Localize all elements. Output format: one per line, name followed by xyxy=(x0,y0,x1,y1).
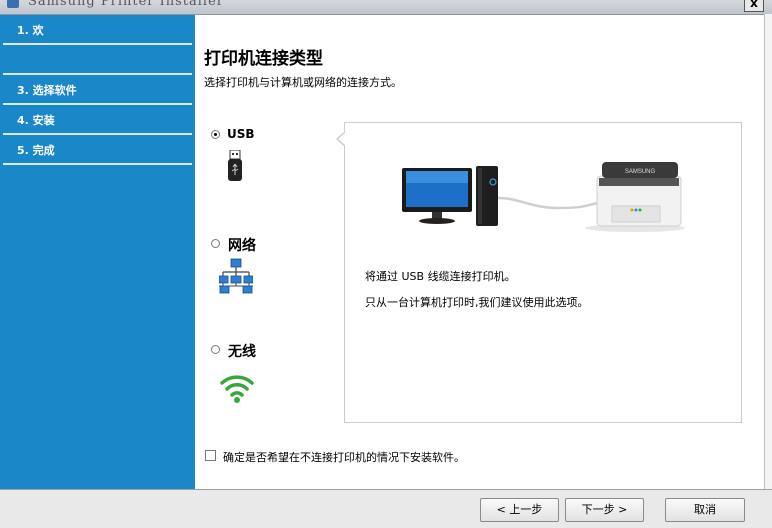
wireless-label[interactable]: 无线 xyxy=(228,341,256,361)
step-2 xyxy=(3,47,192,75)
wifi-icon xyxy=(220,375,254,403)
step-welcome: 1. 欢 xyxy=(3,17,192,45)
back-button[interactable]: < 上一步 xyxy=(480,498,559,522)
cancel-button[interactable]: 取消 xyxy=(665,498,745,522)
app-icon xyxy=(7,0,19,8)
step-install: 4. 安装 xyxy=(3,107,192,135)
install-without-printer-checkbox[interactable] xyxy=(205,450,216,461)
printer-brand-label: SAMSUNG xyxy=(625,169,656,175)
network-radio[interactable] xyxy=(211,239,220,248)
usb-label[interactable]: USB xyxy=(227,127,255,141)
computer-connected-to-printer-icon: SAMSUNG xyxy=(402,162,685,232)
title-bar: Samsung Printer Installer x xyxy=(0,0,772,15)
panel-description-line-2: 只从一台计算机打印时,我们建议使用此选项。 xyxy=(365,296,589,309)
step-finish: 5. 完成 xyxy=(3,137,192,165)
next-button[interactable]: 下一步 > xyxy=(565,498,644,522)
page-title: 打印机连接类型 xyxy=(204,49,323,69)
window-title: Samsung Printer Installer xyxy=(28,0,224,9)
footer-bar: < 上一步 下一步 > 取消 xyxy=(0,489,772,528)
install-without-printer-label[interactable]: 确定是否希望在不连接打印机的情况下安装软件。 xyxy=(223,449,465,465)
close-button[interactable]: x xyxy=(744,0,764,12)
window-edge xyxy=(764,14,772,489)
usb-radio[interactable] xyxy=(211,130,220,139)
page-subtitle: 选择打印机与计算机或网络的连接方式。 xyxy=(204,76,402,89)
steps-sidebar: 1. 欢 3. 选择软件 4. 安装 5. 完成 xyxy=(0,15,195,489)
usb-plug-icon xyxy=(228,150,242,181)
panel-description-line-1: 将通过 USB 线缆连接打印机。 xyxy=(365,270,516,283)
wireless-radio[interactable] xyxy=(211,345,220,354)
step-select-software: 3. 选择软件 xyxy=(3,77,192,105)
network-label[interactable]: 网络 xyxy=(228,235,256,255)
network-icon xyxy=(219,258,253,294)
